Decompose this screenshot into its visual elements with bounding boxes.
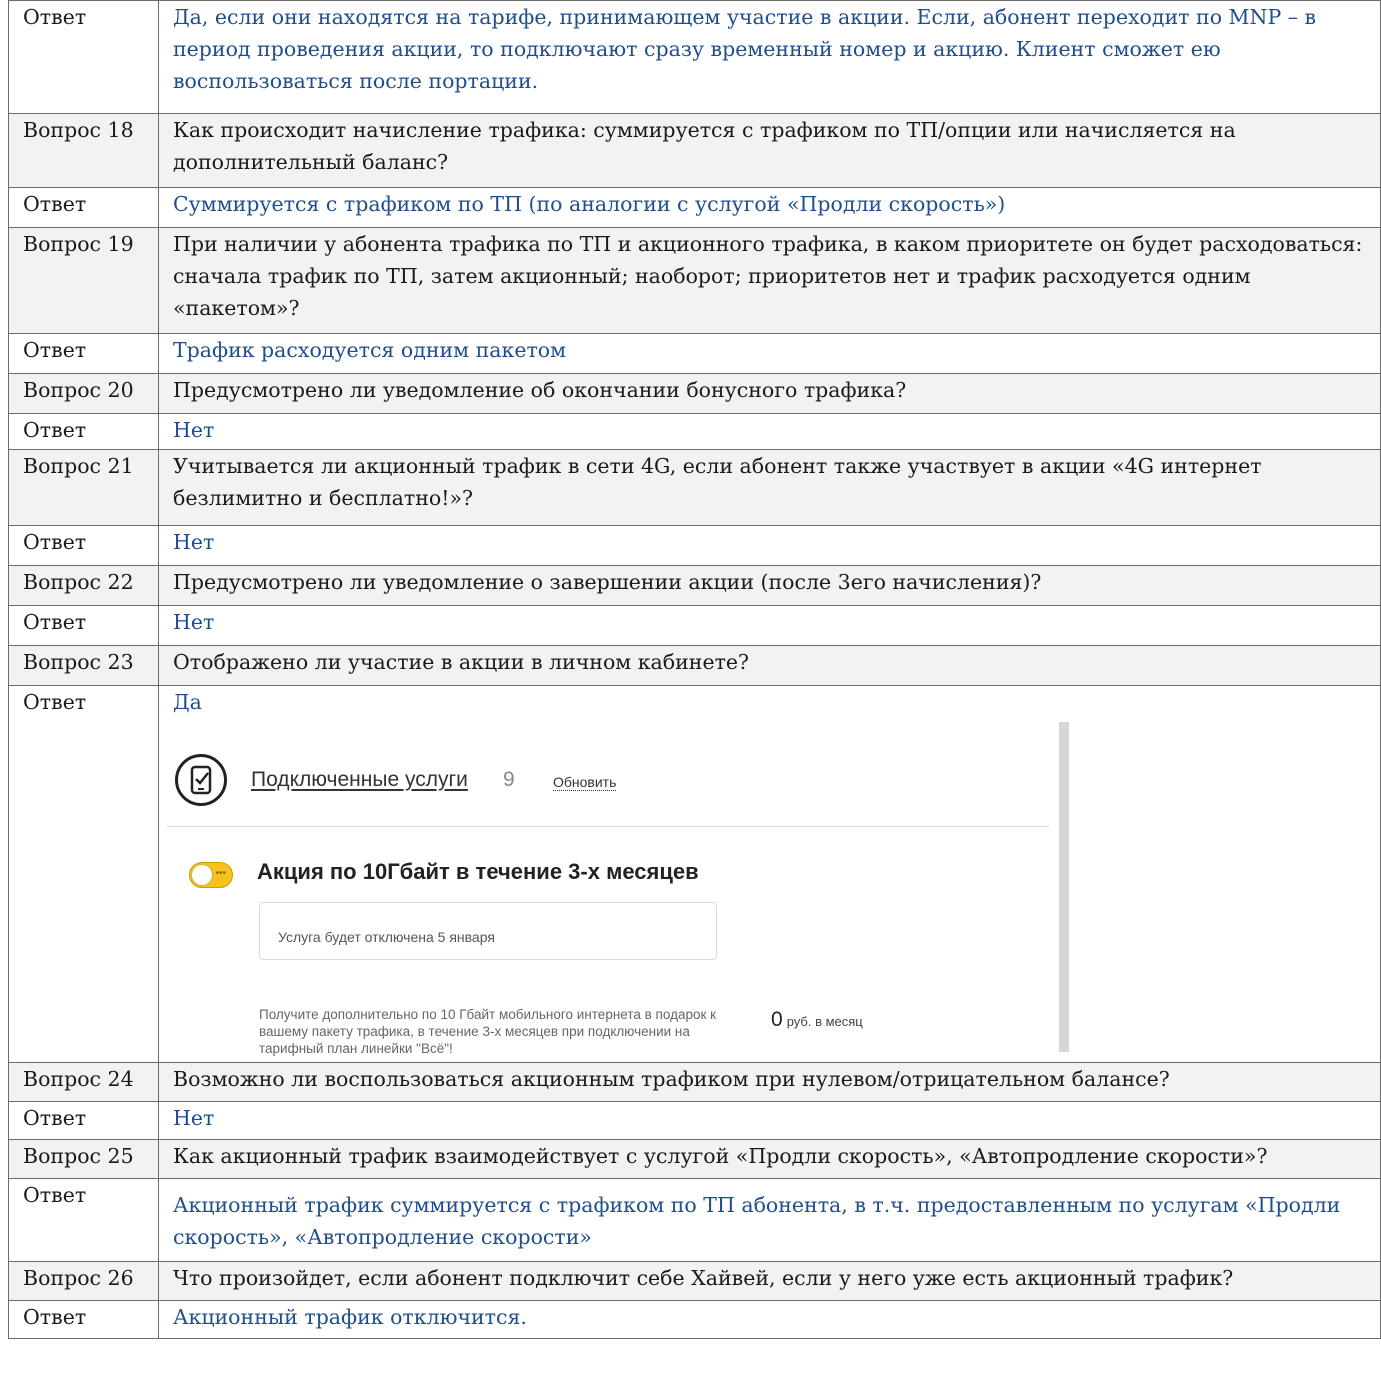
- question-text: Предусмотрено ли уведомление о завершени…: [158, 565, 1381, 606]
- answer-row: Ответ Суммируется с трафиком по ТП (по а…: [8, 187, 1381, 228]
- answer-text: Нет: [158, 1101, 1381, 1140]
- row-label: Вопрос 26: [8, 1261, 159, 1301]
- question-text: Возможно ли воспользоваться акционным тр…: [158, 1062, 1381, 1102]
- row-label: Ответ: [8, 333, 159, 374]
- question-text: Что произойдет, если абонент подключит с…: [158, 1261, 1381, 1301]
- answer-text: Да: [173, 690, 202, 714]
- row-label: Ответ: [8, 1300, 159, 1339]
- price-value: 0: [771, 1008, 783, 1031]
- row-label: Вопрос 24: [8, 1062, 159, 1102]
- row-label: Ответ: [8, 413, 159, 450]
- row-label: Вопрос 25: [8, 1139, 159, 1179]
- row-label: Ответ: [8, 1101, 159, 1140]
- answer-row: Ответ Нет: [8, 1101, 1381, 1140]
- question-row: Вопрос 24 Возможно ли воспользоваться ак…: [8, 1062, 1381, 1102]
- price: 0 руб. в месяц: [771, 1004, 863, 1038]
- promo-title: Акция по 10Гбайт в течение 3-х месяцев: [257, 859, 699, 884]
- row-label: Вопрос 21: [8, 449, 159, 526]
- question-row: Вопрос 23 Отображено ли участие в акции …: [8, 645, 1381, 686]
- answer-text: Нет: [158, 413, 1381, 450]
- row-label: Вопрос 19: [8, 227, 159, 334]
- service-toggle[interactable]: •••: [189, 862, 233, 888]
- answer-row: Ответ Да Подключенные услуги 9 Обновить …: [8, 685, 1381, 1063]
- answer-row: Ответ Трафик расходуется одним пакетом: [8, 333, 1381, 374]
- services-title-link[interactable]: Подключенные услуги: [251, 764, 468, 796]
- question-text: Предусмотрено ли уведомление об окончани…: [158, 373, 1381, 414]
- answer-text: Нет: [158, 605, 1381, 646]
- row-label: Ответ: [8, 685, 159, 1063]
- answer-text: Суммируется с трафиком по ТП (по аналоги…: [158, 187, 1381, 228]
- answer-row: Ответ Нет: [8, 525, 1381, 566]
- answer-text: Акционный трафик отключится.: [158, 1300, 1381, 1339]
- question-row: Вопрос 22 Предусмотрено ли уведомление о…: [8, 565, 1381, 606]
- question-text: Учитывается ли акционный трафик в сети 4…: [158, 449, 1381, 526]
- answer-cell: Да Подключенные услуги 9 Обновить ••• Ак…: [158, 685, 1381, 1063]
- row-label: Вопрос 18: [8, 113, 159, 188]
- question-row: Вопрос 20 Предусмотрено ли уведомление о…: [8, 373, 1381, 414]
- answer-row: Ответ Да, если они находятся на тарифе, …: [8, 0, 1381, 114]
- row-label: Ответ: [8, 1178, 159, 1262]
- question-text: При наличии у абонента трафика по ТП и а…: [158, 227, 1381, 334]
- answer-text: Да, если они находятся на тарифе, приним…: [158, 0, 1381, 114]
- question-row: Вопрос 19 При наличии у абонента трафика…: [8, 227, 1381, 334]
- row-label: Вопрос 20: [8, 373, 159, 414]
- row-label: Ответ: [8, 525, 159, 566]
- services-count: 9: [503, 768, 515, 791]
- answer-row: Ответ Акционный трафик суммируется с тра…: [8, 1178, 1381, 1262]
- answer-text: Акционный трафик суммируется с трафиком …: [158, 1178, 1381, 1262]
- answer-row: Ответ Акционный трафик отключится.: [8, 1300, 1381, 1339]
- price-unit: руб. в месяц: [786, 1014, 863, 1029]
- answer-row: Ответ Нет: [8, 605, 1381, 646]
- services-header: Подключенные услуги 9 Обновить: [167, 722, 1049, 827]
- row-label: Ответ: [8, 187, 159, 228]
- question-row: Вопрос 21 Учитывается ли акционный трафи…: [8, 449, 1381, 526]
- toggle-knob: [192, 865, 212, 885]
- question-text: Отображено ли участие в акции в личном к…: [158, 645, 1381, 686]
- row-label: Ответ: [8, 0, 159, 114]
- checkbox-phone-icon: [175, 754, 227, 806]
- ellipsis-icon: •••: [215, 868, 226, 879]
- answer-row: Ответ Нет: [8, 413, 1381, 450]
- question-row: Вопрос 25 Как акционный трафик взаимодей…: [8, 1139, 1381, 1179]
- status-box: Услуга будет отключена 5 января: [259, 902, 717, 960]
- account-screenshot: Подключенные услуги 9 Обновить ••• Акция…: [167, 722, 1069, 1056]
- answer-text: Трафик расходуется одним пакетом: [158, 333, 1381, 374]
- refresh-link[interactable]: Обновить: [553, 774, 617, 791]
- answer-text: Нет: [158, 525, 1381, 566]
- promo-description: Получите дополнительно по 10 Гбайт мобил…: [259, 1007, 717, 1056]
- question-text: Как акционный трафик взаимодействует с у…: [158, 1139, 1381, 1179]
- question-row: Вопрос 18 Как происходит начисление траф…: [8, 113, 1381, 188]
- question-row: Вопрос 26 Что произойдет, если абонент п…: [8, 1261, 1381, 1301]
- faq-table: Ответ Да, если они находятся на тарифе, …: [8, 0, 1381, 1339]
- status-text: Услуга будет отключена 5 января: [278, 929, 495, 945]
- row-label: Вопрос 22: [8, 565, 159, 606]
- question-text: Как происходит начисление трафика: сумми…: [158, 113, 1381, 188]
- row-label: Вопрос 23: [8, 645, 159, 686]
- row-label: Ответ: [8, 605, 159, 646]
